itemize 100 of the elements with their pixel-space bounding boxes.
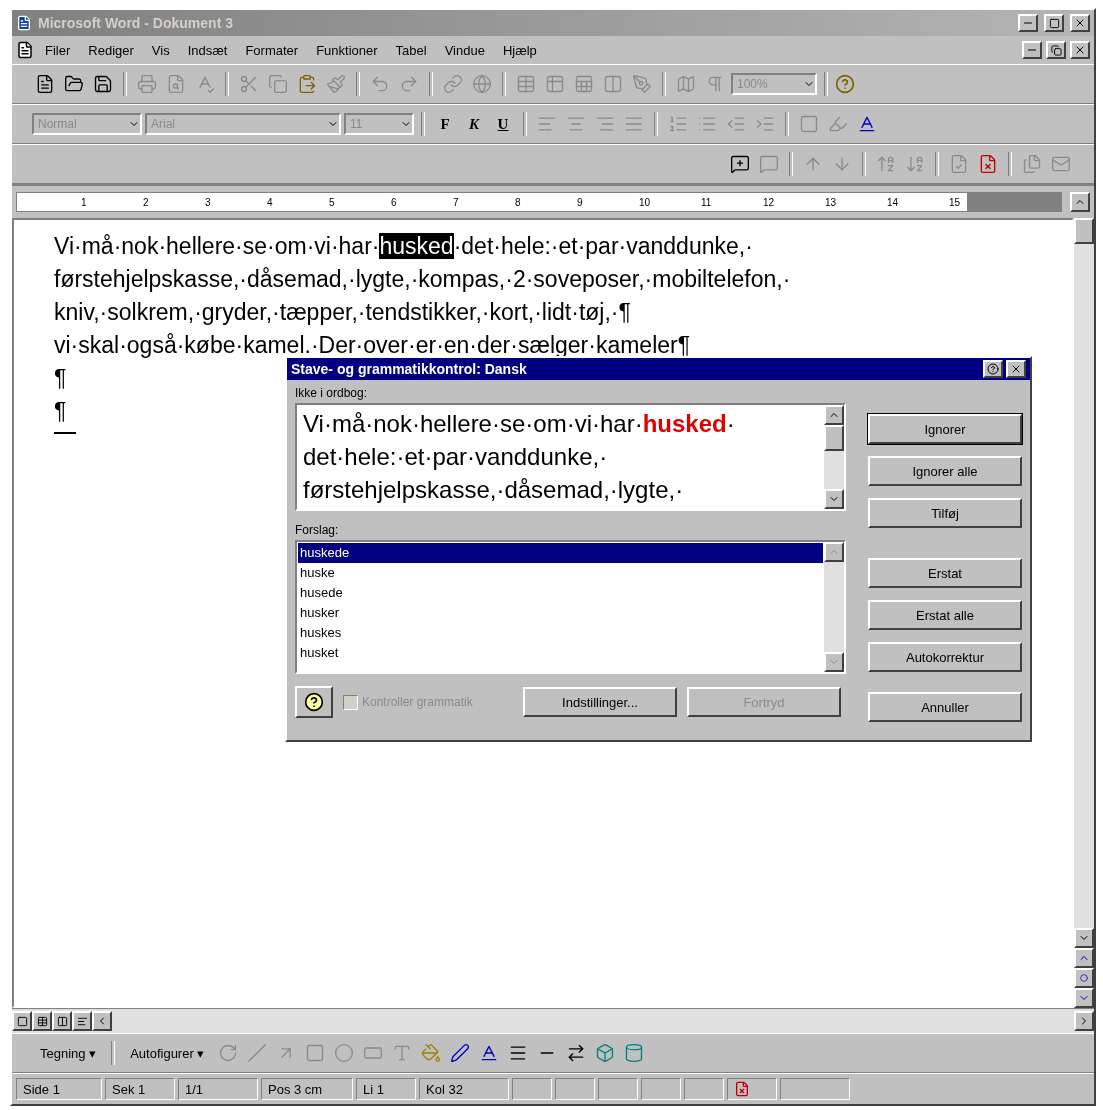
document-icon <box>16 15 32 31</box>
ruler-number: 11 <box>700 196 713 208</box>
scroll-down-button[interactable] <box>1074 928 1094 948</box>
scroll-up-button[interactable] <box>824 405 844 425</box>
save-icon[interactable] <box>93 74 113 94</box>
dialog-title: Stave- og grammatikkontrol: Dansk <box>291 361 528 377</box>
status-field <box>684 1078 724 1100</box>
menu-item[interactable]: Indsæt <box>180 40 235 60</box>
circle-icon <box>1080 974 1088 982</box>
menu-item[interactable]: Funktioner <box>309 40 385 60</box>
document-icon[interactable] <box>16 41 34 59</box>
suggestion-item[interactable]: husket <box>298 643 823 663</box>
close-icon <box>1074 44 1086 56</box>
document-text: førstehjelpskasse,·dåsemad,·lygte,·kompas,·2·soveposer,·mobiltelefon,· <box>54 266 791 292</box>
menu-item[interactable]: Vis <box>144 40 177 60</box>
window-title: Microsoft Word - Dokument 3 <box>38 15 234 31</box>
ruler-number: 10 <box>638 196 652 208</box>
close-icon <box>1074 17 1086 29</box>
menu-item[interactable]: Rediger <box>81 40 141 60</box>
normal-view-button[interactable] <box>12 1011 32 1031</box>
ruler-number: 3 <box>204 196 212 208</box>
sentence-field[interactable]: Vi·må·nok·hellere·se·om·vi·har·husked· det·hele:·et·par·vanddunke,· førstehjelpskasse,·dåsemad,·lygte,· <box>295 403 846 511</box>
scroll-thumb[interactable] <box>824 425 844 451</box>
dialog-button[interactable]: Indstillinger... <box>523 687 677 717</box>
menu-item[interactable]: Hjælp <box>495 40 544 60</box>
ruler-number: 6 <box>390 196 398 208</box>
status-field <box>555 1078 595 1100</box>
ruler-number: 5 <box>328 196 336 208</box>
help-button[interactable] <box>983 360 1003 378</box>
status-field: Li 1 <box>356 1078 416 1100</box>
status-field <box>512 1078 552 1100</box>
close-button[interactable] <box>1006 360 1026 378</box>
ruler-number: 8 <box>514 196 522 208</box>
menu-item[interactable]: Tabel <box>388 40 434 60</box>
suggestions-list[interactable]: huskede huske husede husker huskes husket <box>295 540 846 674</box>
status-field <box>641 1078 681 1100</box>
dialog-button[interactable]: Ignorer <box>868 414 1022 444</box>
page-view-button[interactable] <box>52 1011 72 1031</box>
pen-icon[interactable] <box>450 1043 471 1063</box>
outline-view-button[interactable] <box>72 1011 92 1031</box>
menu-item[interactable]: Filer <box>38 40 78 60</box>
shadow-icon[interactable] <box>595 1043 616 1063</box>
document-x-icon[interactable] <box>978 154 998 174</box>
suggestion-item[interactable]: husede <box>298 583 823 603</box>
ruler-number: 7 <box>452 196 460 208</box>
lines-icon <box>76 1015 88 1027</box>
suggestion-item[interactable]: huskede <box>298 543 823 563</box>
menu-item[interactable]: Formater <box>238 40 306 60</box>
ruler-number: 2 <box>142 196 150 208</box>
assistant-button[interactable] <box>295 686 333 718</box>
close-button[interactable] <box>1070 41 1090 59</box>
ruler-number: 14 <box>886 196 900 208</box>
menu-item[interactable]: Vindue <box>437 40 492 60</box>
status-field: Sek 1 <box>105 1078 175 1100</box>
help-icon <box>304 692 324 712</box>
dialog-button[interactable]: Autokorrektur <box>868 642 1022 672</box>
paint-bucket-icon[interactable] <box>421 1043 442 1063</box>
suggestion-item[interactable]: huske <box>298 563 823 583</box>
comment-plus-icon[interactable] <box>730 154 750 174</box>
suggestion-item[interactable]: huskes <box>298 623 823 643</box>
status-field <box>780 1078 850 1100</box>
scroll-up-button[interactable] <box>1070 192 1090 212</box>
minimize-button[interactable] <box>1022 41 1042 59</box>
maximize-button[interactable] <box>1044 14 1064 32</box>
paste-icon[interactable] <box>297 74 317 94</box>
field-label: Ikke i ordbog: <box>295 386 369 400</box>
new-document-icon[interactable] <box>35 74 55 94</box>
ruler-number: 12 <box>762 196 776 208</box>
help-icon[interactable] <box>835 74 855 94</box>
drawing-menu[interactable]: Tegning ▾ <box>32 1043 105 1063</box>
dialog-button[interactable]: Ignorer alle <box>868 456 1022 486</box>
status-field: Side 1 <box>16 1078 102 1100</box>
ruler[interactable]: 1 2 3 4 5 6 7 8 9 10 11 12 13 14 15 <box>16 192 1062 212</box>
dialog-button[interactable]: Tilføj <box>868 498 1022 528</box>
autoshapes-menu[interactable]: Autofigurer ▾ <box>122 1043 213 1063</box>
scroll-thumb[interactable] <box>1074 218 1094 244</box>
help-icon <box>987 363 999 375</box>
previous-page-button[interactable] <box>1074 948 1094 968</box>
scroll-up-button[interactable] <box>824 542 844 562</box>
next-page-button[interactable] <box>1074 988 1094 1008</box>
selected-word: husked <box>379 233 454 259</box>
scroll-down-button[interactable] <box>824 489 844 509</box>
restore-button[interactable] <box>1046 41 1066 59</box>
scroll-down-button[interactable] <box>824 652 844 672</box>
dialog-button[interactable]: Erstat <box>868 558 1022 588</box>
cylinder-icon[interactable] <box>624 1043 645 1063</box>
ruler-number: 9 <box>576 196 584 208</box>
end-of-document-mark <box>54 432 76 434</box>
dialog-button[interactable]: Annuller <box>868 692 1022 722</box>
web-view-button[interactable] <box>32 1011 52 1031</box>
minimize-button[interactable] <box>1018 14 1038 32</box>
ruler-number: 13 <box>824 196 838 208</box>
close-button[interactable] <box>1070 14 1090 32</box>
suggestion-item[interactable]: husker <box>298 603 823 623</box>
scroll-right-button[interactable] <box>1074 1011 1094 1031</box>
dialog-button[interactable]: Erstat alle <box>868 600 1022 630</box>
scroll-left-button[interactable] <box>92 1011 112 1031</box>
folder-icon[interactable] <box>64 74 84 94</box>
document-text: ¶ <box>54 365 67 391</box>
browse-object-button[interactable] <box>1074 968 1094 988</box>
